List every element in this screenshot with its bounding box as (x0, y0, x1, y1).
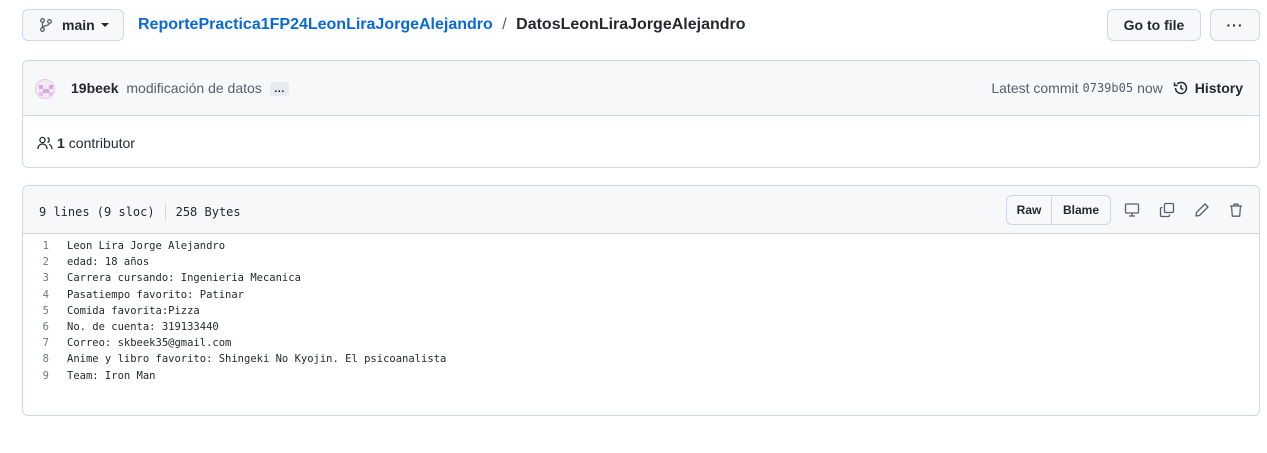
line-content: Leon Lira Jorge Alejandro (67, 240, 226, 252)
code-line: 1 Leon Lira Jorge Alejandro (23, 238, 1259, 254)
code-listing: 1 Leon Lira Jorge Alejandro 2 edad: 18 años… (23, 234, 1259, 384)
latest-commit-label: Latest commit (991, 80, 1079, 96)
more-options-button[interactable]: ··· (1210, 9, 1260, 41)
code-line: 9 Team: Iron Man (23, 368, 1259, 384)
code-line: 3 Carrera cursando: Ingenieria Mecanica (23, 270, 1259, 286)
line-number[interactable]: 8 (23, 351, 67, 367)
contributors-row: 1 contributor (23, 116, 1259, 167)
code-line: 6 No. de cuenta: 319133440 (23, 319, 1259, 335)
line-content: Pasatiempo favorito: Patinar (67, 288, 245, 301)
latest-commit-row: 19beek modificación de datos … Latest co… (23, 61, 1259, 116)
line-content: Carrera cursando: Ingenieria Mecanica (67, 272, 301, 285)
code-line: 8 Anime y libro favorito: Shingeki No Kyo… (23, 351, 1259, 367)
line-number[interactable]: 6 (23, 319, 67, 335)
raw-button[interactable]: Raw (1006, 195, 1052, 225)
blame-button[interactable]: Blame (1052, 195, 1111, 225)
line-number[interactable]: 3 (23, 270, 67, 286)
code-line: 2 edad: 18 años (23, 254, 1259, 270)
breadcrumb-repo-link[interactable]: ReportePractica1FP24LeonLiraJorgeAlejand… (138, 16, 493, 33)
file-header: 9 lines (9 sloc) 258 Bytes Raw Blame (23, 186, 1259, 234)
line-content: Correo: skbeek35@gmail.com (67, 337, 232, 350)
file-size: 258 Bytes (175, 205, 241, 219)
commit-author-link[interactable]: 19beek (71, 80, 118, 96)
commit-summary: 19beek modificación de datos … (71, 80, 289, 97)
branch-selector-button[interactable]: main (22, 9, 124, 41)
contributor-count[interactable]: 1 (57, 135, 65, 151)
contributor-label[interactable]: contributor (69, 135, 135, 151)
code-line: 7 Correo: skbeek35@gmail.com (23, 335, 1259, 351)
copy-icon[interactable] (1159, 202, 1175, 218)
file-viewer: 9 lines (9 sloc) 258 Bytes Raw Blame 1 Le… (22, 185, 1260, 416)
commit-time: now (1137, 80, 1163, 96)
file-line-count: 9 lines (9 sloc) (39, 205, 155, 219)
line-content: edad: 18 años (67, 256, 150, 269)
breadcrumb-file-name: DatosLeonLiraJorgeAlejandro (516, 16, 746, 33)
history-icon (1173, 81, 1188, 95)
line-number[interactable]: 1 (23, 238, 67, 254)
file-info-divider (164, 203, 166, 221)
avatar[interactable] (35, 79, 55, 99)
commit-message-link[interactable]: modificación de datos (126, 80, 261, 96)
trash-icon[interactable] (1228, 202, 1244, 218)
code-line: 4 Pasatiempo favorito: Patinar (23, 287, 1259, 303)
expand-commit-message-button[interactable]: … (269, 82, 289, 97)
git-branch-icon (40, 18, 52, 32)
chevron-down-icon (100, 23, 109, 27)
people-icon (37, 136, 53, 149)
history-link[interactable]: History (1173, 80, 1243, 96)
history-label: History (1194, 80, 1243, 96)
line-number[interactable]: 7 (23, 335, 67, 351)
line-content: Anime y libro favorito: Shingeki No Kyoj… (67, 353, 447, 366)
commit-meta: Latest commit 0739b05 now History (991, 80, 1243, 96)
go-to-file-button[interactable]: Go to file (1107, 9, 1201, 41)
line-number[interactable]: 9 (23, 368, 67, 384)
commit-info-box: 19beek modificación de datos … Latest co… (22, 60, 1260, 168)
line-number[interactable]: 5 (23, 303, 67, 319)
line-number[interactable]: 4 (23, 287, 67, 303)
branch-name: main (62, 17, 95, 33)
file-info: 9 lines (9 sloc) 258 Bytes (39, 203, 241, 221)
commit-sha-link[interactable]: 0739b05 (1083, 81, 1134, 95)
line-number[interactable]: 2 (23, 254, 67, 270)
identicon-icon (39, 85, 53, 96)
pencil-icon[interactable] (1194, 202, 1210, 218)
file-navigation-bar: main ReportePractica1FP24LeonLiraJorgeAl… (22, 9, 1260, 43)
file-view-buttons: Raw Blame (1006, 195, 1111, 225)
line-content: No. de cuenta: 319133440 (67, 320, 219, 333)
line-content: Comida favorita:Pizza (67, 304, 200, 317)
code-line: 5 Comida favorita:Pizza (23, 303, 1259, 319)
desktop-icon[interactable] (1124, 202, 1140, 218)
breadcrumb-separator: / (502, 16, 507, 33)
line-content: Team: Iron Man (67, 369, 156, 382)
breadcrumb: ReportePractica1FP24LeonLiraJorgeAlejand… (138, 16, 746, 34)
